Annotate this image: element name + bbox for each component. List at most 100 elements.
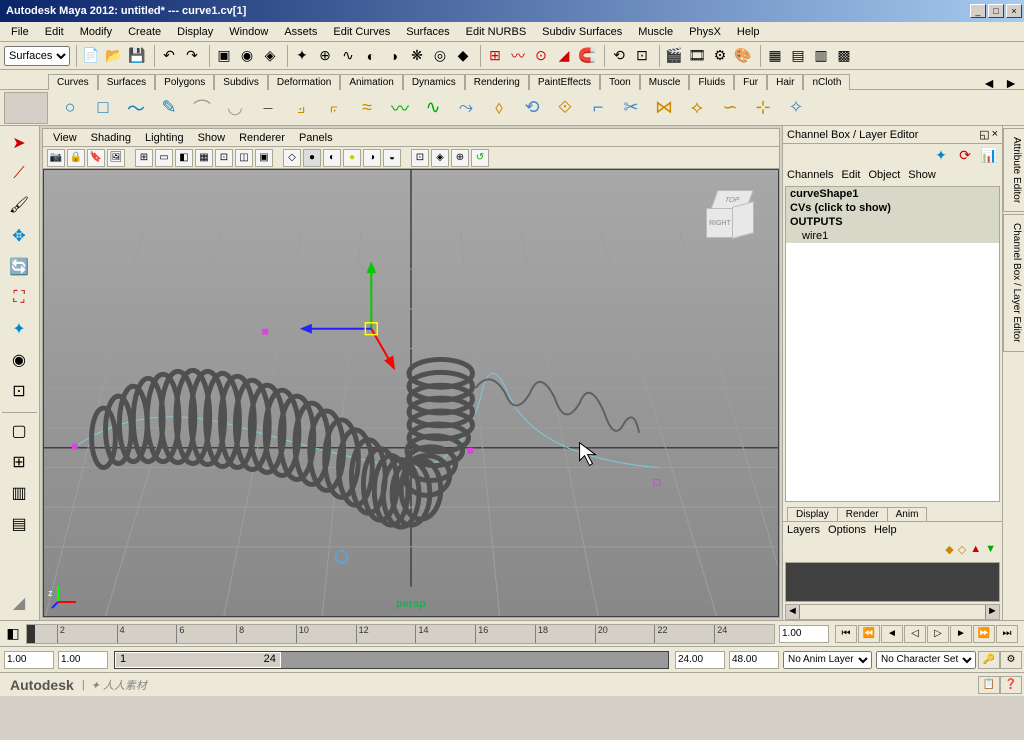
vp-film-gate-icon[interactable]: ▭ [155,149,173,167]
cb-menu-show[interactable]: Show [908,169,936,181]
add-points-icon[interactable]: ⊹ [748,93,778,123]
time-ruler[interactable]: 2 4 6 8 10 12 14 16 18 20 22 24 [26,624,775,644]
side-tab-channel-box[interactable]: Channel Box / Layer Editor [1003,214,1024,352]
shelf-tab-fur[interactable]: Fur [734,74,767,90]
shelf-options-icon[interactable] [4,92,48,124]
anim-layer-dropdown[interactable]: No Anim Layer [783,651,872,669]
vp-isolate-icon[interactable]: ⊡ [411,149,429,167]
vp-wireframe-icon[interactable]: ◇ [283,149,301,167]
save-scene-icon[interactable]: 💾 [126,45,148,67]
layout-4-icon[interactable]: ▩ [833,45,855,67]
hypershade-icon[interactable]: 🎨 [732,45,754,67]
layer-tab-anim[interactable]: Anim [887,507,928,521]
ep-curve-icon[interactable]: 〜 [121,93,151,123]
module-dropdown[interactable]: Surfaces [4,46,70,66]
shelf-tab-subdivs[interactable]: Subdivs [214,74,268,90]
range-slider[interactable]: 124 [114,651,669,669]
fillet-curve-icon[interactable]: ⌐ [583,93,613,123]
manipulator-icon[interactable]: ✦ [2,314,36,344]
insert-knot-icon[interactable]: ∿ [418,93,448,123]
offset-curve-icon[interactable]: ⬨ [484,93,514,123]
four-pane-icon[interactable]: ⊞ [2,447,36,477]
outputs-header[interactable]: OUTPUTS [786,215,999,229]
view-menu-shading[interactable]: Shading [85,131,137,145]
shelf-tab-animation[interactable]: Animation [340,74,402,90]
extend-curve-icon[interactable]: ⤳ [451,93,481,123]
rotate-tool-icon[interactable]: 🔄 [2,252,36,282]
shelf-tab-fluids[interactable]: Fluids [689,74,734,90]
menu-edit-nurbs[interactable]: Edit NURBS [459,24,534,40]
range-in-field[interactable] [58,651,108,669]
vp-safe-action-icon[interactable]: ◫ [235,149,253,167]
nurbs-circle-icon[interactable]: ○ [55,93,85,123]
attach-curve-icon[interactable]: ⟓ [286,93,316,123]
step-fwd-key-icon[interactable]: ⏩ [973,625,995,643]
shelf-tab-rendering[interactable]: Rendering [465,74,529,90]
mask-deform-icon[interactable]: ◑ [383,45,405,67]
snap-point-icon[interactable]: ⊙ [530,45,552,67]
vp-backup-icon[interactable]: ↺ [471,149,489,167]
step-fwd-icon[interactable]: ► [950,625,972,643]
shelf-tab-muscle[interactable]: Muscle [640,74,690,90]
go-start-icon[interactable]: ⏮ [835,625,857,643]
reverse-curve-icon[interactable]: ⟲ [517,93,547,123]
mask-joint-icon[interactable]: ⊕ [314,45,336,67]
side-tab-attribute-editor[interactable]: Attribute Editor [1003,128,1024,212]
minimize-button[interactable]: _ [970,4,986,18]
single-pane-icon[interactable]: ▢ [2,416,36,446]
menu-file[interactable]: File [4,24,36,40]
nurbs-square-icon[interactable]: □ [88,93,118,123]
align-curve-icon[interactable]: ≈ [352,93,382,123]
shelf-tab-ncloth[interactable]: nCloth [803,74,850,90]
smooth-curve-icon[interactable]: ∽ [715,93,745,123]
mask-surface-icon[interactable]: ◐ [360,45,382,67]
cb-manip-icon[interactable]: ✦ [930,144,952,166]
rebuild-curve-icon[interactable]: ⟐ [550,93,580,123]
menu-muscle[interactable]: Muscle [631,24,680,40]
menu-window[interactable]: Window [222,24,275,40]
mask-misc-icon[interactable]: ◆ [452,45,474,67]
vp-use-lights-icon[interactable]: ● [343,149,361,167]
redo-icon[interactable]: ↷ [181,45,203,67]
vp-grid-icon[interactable]: ⊞ [135,149,153,167]
vp-hq-icon[interactable]: ◒ [383,149,401,167]
menu-physx[interactable]: PhysX [682,24,728,40]
menu-assets[interactable]: Assets [277,24,324,40]
cb-close-icon[interactable]: × [992,128,998,141]
layer-menu-options[interactable]: Options [828,524,866,536]
step-back-icon[interactable]: ◄ [881,625,903,643]
layer-up-icon[interactable]: ▲ [970,543,981,555]
channel-list[interactable]: curveShape1 CVs (click to show) OUTPUTS … [785,186,1000,502]
new-scene-icon[interactable]: 📄 [80,45,102,67]
layer-tab-display[interactable]: Display [787,507,838,521]
render-frame-icon[interactable]: 🎬 [663,45,685,67]
open-scene-icon[interactable]: 📂 [103,45,125,67]
shelf-tab-hair[interactable]: Hair [767,74,803,90]
shelf-tab-deformation[interactable]: Deformation [268,74,340,90]
menu-help[interactable]: Help [730,24,767,40]
cb-undock-icon[interactable]: ◱ [979,128,989,141]
view-menu-renderer[interactable]: Renderer [233,131,291,145]
shelf-tab-surfaces[interactable]: Surfaces [98,74,155,90]
cb-speed-icon[interactable]: ⟳ [954,144,976,166]
vp-smooth-shade-icon[interactable]: ● [303,149,321,167]
layout-3-icon[interactable]: ▥ [810,45,832,67]
maximize-button[interactable]: □ [988,4,1004,18]
view-menu-lighting[interactable]: Lighting [139,131,190,145]
layer-down-icon[interactable]: ▼ [985,543,996,555]
two-pane-h-icon[interactable]: ▤ [2,509,36,539]
vp-select-camera-icon[interactable]: 📷 [47,149,65,167]
vp-xray-joints-icon[interactable]: ⊕ [451,149,469,167]
cut-curve-icon[interactable]: ✂ [616,93,646,123]
cb-menu-edit[interactable]: Edit [841,169,860,181]
snap-curve-icon[interactable]: 〰 [507,45,529,67]
vp-safe-title-icon[interactable]: ▣ [255,149,273,167]
shelf-scroll-right-icon[interactable]: ► [1000,72,1022,94]
mask-dyn-icon[interactable]: ❋ [406,45,428,67]
show-manip-icon[interactable]: ⊡ [2,376,36,406]
close-button[interactable]: × [1006,4,1022,18]
open-close-icon[interactable]: 〰 [385,93,415,123]
menu-surfaces[interactable]: Surfaces [399,24,456,40]
menu-edit[interactable]: Edit [38,24,71,40]
vp-res-gate-icon[interactable]: ◧ [175,149,193,167]
